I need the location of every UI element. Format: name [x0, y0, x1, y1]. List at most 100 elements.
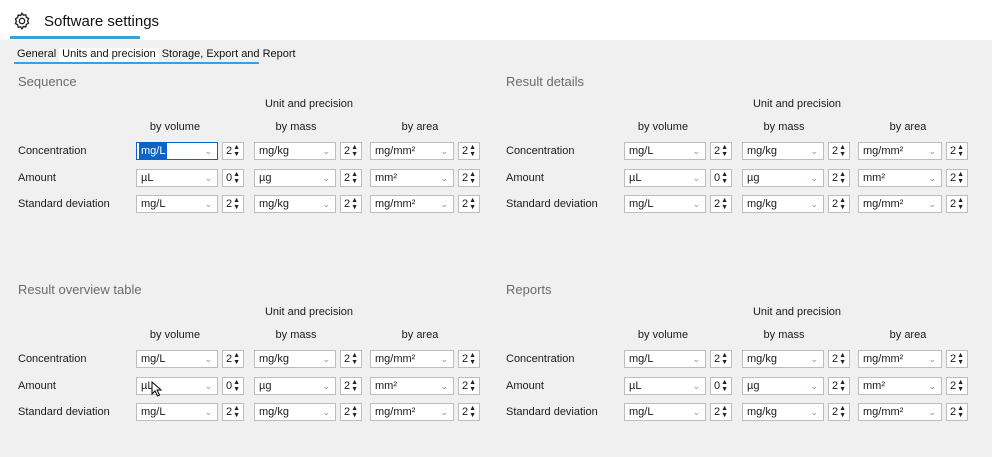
- volume-unit-select[interactable]: mg/L ⌄: [136, 142, 218, 160]
- mass-unit-select[interactable]: mg/kg ⌄: [254, 403, 336, 421]
- volume-precision-spinner[interactable]: 2 ▲ ▼: [710, 142, 732, 160]
- spinner-arrows-icon[interactable]: ▲ ▼: [721, 144, 728, 158]
- spinner-arrows-icon[interactable]: ▲ ▼: [233, 379, 240, 393]
- spinner-arrows-icon[interactable]: ▲ ▼: [233, 197, 240, 211]
- spinner-arrows-icon[interactable]: ▲ ▼: [469, 197, 476, 211]
- volume-precision-spinner[interactable]: 0 ▲ ▼: [222, 169, 244, 187]
- spinner-arrows-icon[interactable]: ▲ ▼: [469, 352, 476, 366]
- tab-units-and-precision[interactable]: Units and precision: [59, 48, 159, 62]
- spinner-arrows-icon[interactable]: ▲ ▼: [469, 171, 476, 185]
- area-precision-spinner[interactable]: 2 ▲ ▼: [458, 169, 480, 187]
- area-unit-select[interactable]: mg/mm² ⌄: [858, 350, 942, 368]
- area-unit-select[interactable]: mg/mm² ⌄: [370, 350, 454, 368]
- area-precision-spinner[interactable]: 2 ▲ ▼: [946, 169, 968, 187]
- mass-unit-select[interactable]: µg ⌄: [254, 169, 336, 187]
- volume-precision-spinner[interactable]: 2 ▲ ▼: [222, 142, 244, 160]
- spinner-arrows-icon[interactable]: ▲ ▼: [233, 352, 240, 366]
- area-unit-select[interactable]: mg/mm² ⌄: [370, 403, 454, 421]
- mass-precision-spinner[interactable]: 2 ▲ ▼: [340, 403, 362, 421]
- spinner-arrows-icon[interactable]: ▲ ▼: [233, 405, 240, 419]
- volume-precision-spinner[interactable]: 2 ▲ ▼: [222, 350, 244, 368]
- mass-unit-select[interactable]: µg ⌄: [742, 169, 824, 187]
- spinner-arrows-icon[interactable]: ▲ ▼: [469, 405, 476, 419]
- area-unit-select[interactable]: mm² ⌄: [858, 169, 942, 187]
- area-unit-select[interactable]: mg/mm² ⌄: [370, 142, 454, 160]
- area-unit-select[interactable]: mg/mm² ⌄: [370, 195, 454, 213]
- mass-precision-spinner[interactable]: 2 ▲ ▼: [828, 403, 850, 421]
- volume-unit-select[interactable]: mg/L ⌄: [136, 195, 218, 213]
- spinner-arrows-icon[interactable]: ▲ ▼: [957, 171, 964, 185]
- area-unit-select[interactable]: mg/mm² ⌄: [858, 142, 942, 160]
- spinner-arrows-icon[interactable]: ▲ ▼: [351, 197, 358, 211]
- volume-unit-select[interactable]: µL ⌄: [624, 169, 706, 187]
- area-precision-spinner[interactable]: 2 ▲ ▼: [946, 403, 968, 421]
- mass-unit-select[interactable]: mg/kg ⌄: [742, 350, 824, 368]
- spinner-arrows-icon[interactable]: ▲ ▼: [351, 171, 358, 185]
- spinner-arrows-icon[interactable]: ▲ ▼: [839, 405, 846, 419]
- area-unit-select[interactable]: mg/mm² ⌄: [858, 403, 942, 421]
- spinner-arrows-icon[interactable]: ▲ ▼: [957, 197, 964, 211]
- spinner-arrows-icon[interactable]: ▲ ▼: [839, 144, 846, 158]
- mass-unit-select[interactable]: mg/kg ⌄: [742, 142, 824, 160]
- spinner-arrows-icon[interactable]: ▲ ▼: [721, 171, 728, 185]
- area-unit-select[interactable]: mm² ⌄: [858, 377, 942, 395]
- tab-storage-export-report[interactable]: Storage, Export and Report: [159, 48, 299, 62]
- spinner-arrows-icon[interactable]: ▲ ▼: [839, 379, 846, 393]
- volume-precision-spinner[interactable]: 2 ▲ ▼: [710, 350, 732, 368]
- mass-precision-spinner[interactable]: 2 ▲ ▼: [828, 195, 850, 213]
- area-precision-spinner[interactable]: 2 ▲ ▼: [458, 195, 480, 213]
- volume-unit-select[interactable]: mg/L ⌄: [624, 142, 706, 160]
- mass-unit-select[interactable]: µg ⌄: [254, 377, 336, 395]
- mass-unit-select[interactable]: mg/kg ⌄: [254, 350, 336, 368]
- volume-precision-spinner[interactable]: 0 ▲ ▼: [222, 377, 244, 395]
- volume-unit-select[interactable]: µL ⌄: [136, 169, 218, 187]
- volume-unit-select[interactable]: mg/L ⌄: [136, 350, 218, 368]
- mass-precision-spinner[interactable]: 2 ▲ ▼: [340, 195, 362, 213]
- area-precision-spinner[interactable]: 2 ▲ ▼: [458, 142, 480, 160]
- spinner-arrows-icon[interactable]: ▲ ▼: [721, 379, 728, 393]
- volume-unit-select[interactable]: mg/L ⌄: [624, 403, 706, 421]
- spinner-arrows-icon[interactable]: ▲ ▼: [469, 144, 476, 158]
- volume-unit-select[interactable]: µL ⌄: [136, 377, 218, 397]
- mass-unit-select[interactable]: mg/kg ⌄: [742, 403, 824, 421]
- mass-precision-spinner[interactable]: 2 ▲ ▼: [828, 169, 850, 187]
- spinner-arrows-icon[interactable]: ▲ ▼: [839, 171, 846, 185]
- area-unit-select[interactable]: mm² ⌄: [370, 169, 454, 187]
- volume-unit-select[interactable]: mg/L ⌄: [136, 403, 218, 421]
- area-precision-spinner[interactable]: 2 ▲ ▼: [458, 403, 480, 421]
- volume-precision-spinner[interactable]: 0 ▲ ▼: [710, 169, 732, 187]
- mass-precision-spinner[interactable]: 2 ▲ ▼: [828, 142, 850, 160]
- mass-precision-spinner[interactable]: 2 ▲ ▼: [828, 350, 850, 368]
- spinner-arrows-icon[interactable]: ▲ ▼: [351, 352, 358, 366]
- spinner-arrows-icon[interactable]: ▲ ▼: [839, 352, 846, 366]
- area-precision-spinner[interactable]: 2 ▲ ▼: [458, 350, 480, 368]
- spinner-arrows-icon[interactable]: ▲ ▼: [233, 171, 240, 185]
- spinner-arrows-icon[interactable]: ▲ ▼: [721, 352, 728, 366]
- volume-unit-select[interactable]: µL ⌄: [624, 377, 706, 395]
- mass-precision-spinner[interactable]: 2 ▲ ▼: [340, 142, 362, 160]
- mass-precision-spinner[interactable]: 2 ▲ ▼: [340, 350, 362, 368]
- spinner-arrows-icon[interactable]: ▲ ▼: [351, 405, 358, 419]
- volume-precision-spinner[interactable]: 2 ▲ ▼: [710, 195, 732, 213]
- mass-unit-select[interactable]: mg/kg ⌄: [742, 195, 824, 213]
- spinner-arrows-icon[interactable]: ▲ ▼: [469, 379, 476, 393]
- area-precision-spinner[interactable]: 2 ▲ ▼: [946, 195, 968, 213]
- volume-precision-spinner[interactable]: 2 ▲ ▼: [222, 195, 244, 213]
- area-unit-select[interactable]: mm² ⌄: [370, 377, 454, 395]
- mass-unit-select[interactable]: mg/kg ⌄: [254, 195, 336, 213]
- volume-precision-spinner[interactable]: 2 ▲ ▼: [710, 403, 732, 421]
- spinner-arrows-icon[interactable]: ▲ ▼: [351, 379, 358, 393]
- spinner-arrows-icon[interactable]: ▲ ▼: [233, 144, 240, 158]
- mass-unit-select[interactable]: µg ⌄: [742, 377, 824, 395]
- mass-precision-spinner[interactable]: 2 ▲ ▼: [340, 377, 362, 395]
- volume-unit-select[interactable]: mg/L ⌄: [624, 195, 706, 213]
- spinner-arrows-icon[interactable]: ▲ ▼: [957, 405, 964, 419]
- volume-precision-spinner[interactable]: 2 ▲ ▼: [222, 403, 244, 421]
- spinner-arrows-icon[interactable]: ▲ ▼: [957, 352, 964, 366]
- spinner-arrows-icon[interactable]: ▲ ▼: [721, 197, 728, 211]
- area-precision-spinner[interactable]: 2 ▲ ▼: [946, 377, 968, 395]
- volume-unit-select[interactable]: mg/L ⌄: [624, 350, 706, 368]
- mass-precision-spinner[interactable]: 2 ▲ ▼: [340, 169, 362, 187]
- spinner-arrows-icon[interactable]: ▲ ▼: [839, 197, 846, 211]
- area-unit-select[interactable]: mg/mm² ⌄: [858, 195, 942, 213]
